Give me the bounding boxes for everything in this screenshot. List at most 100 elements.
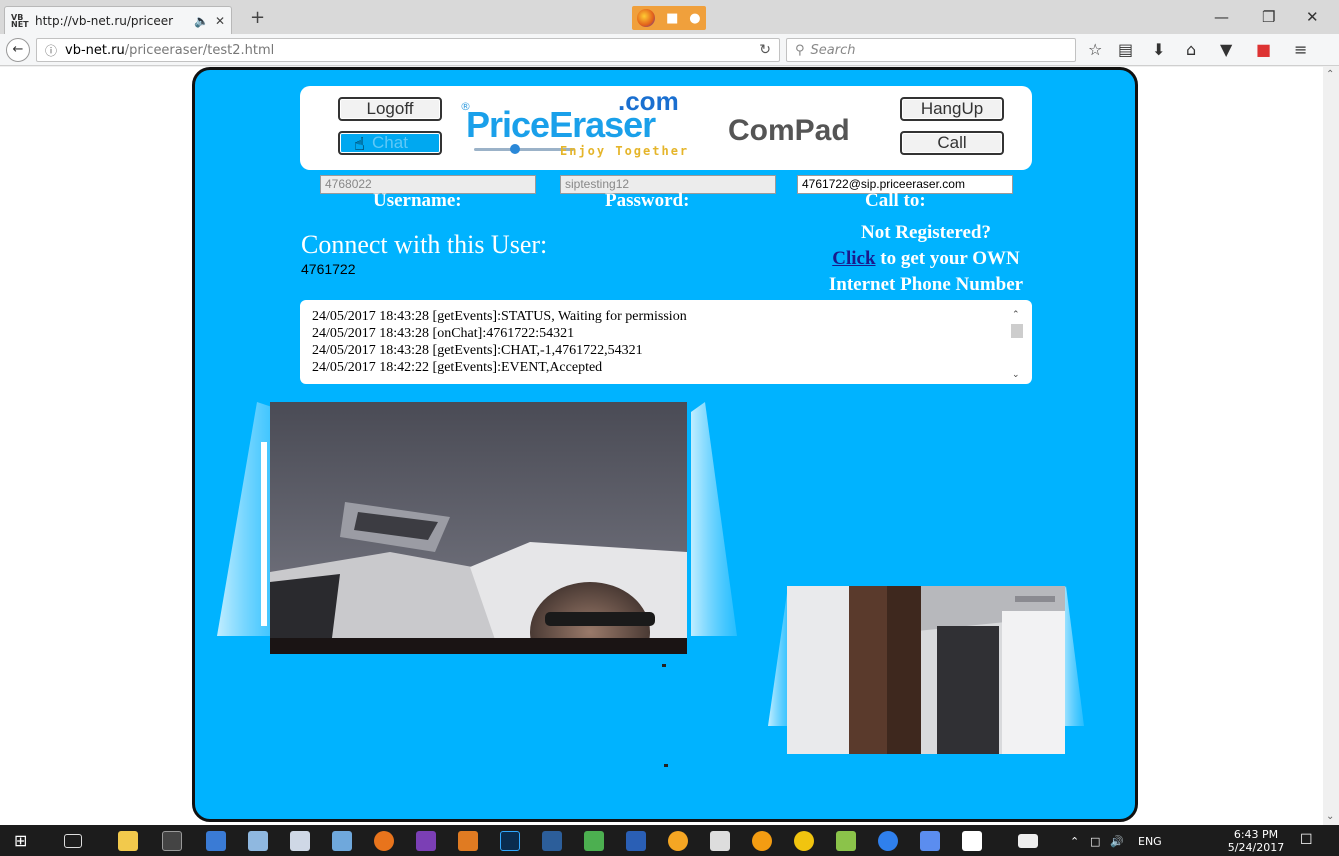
restore-icon[interactable]: ❐ [1262, 8, 1275, 26]
hand-cursor-icon: ☝ [354, 134, 365, 155]
reload-icon[interactable]: ↻ [759, 42, 771, 58]
browser-tab[interactable]: VB NET http://vb-net.ru/priceer 🔈 ✕ [4, 6, 232, 34]
firefox-taskbar-icon[interactable] [374, 831, 394, 851]
register-line3: Internet Phone Number [828, 274, 1024, 295]
log-scroll-thumb[interactable] [1011, 324, 1023, 338]
notifications-icon[interactable]: ☐ [1300, 832, 1313, 848]
visual-studio-icon[interactable] [416, 831, 436, 851]
app-icon[interactable] [332, 831, 352, 851]
register-line2: Click to get your OWN [791, 246, 1061, 272]
register-line2-text: to get your OWN [875, 248, 1020, 269]
logo-brand: PriceEraser [466, 104, 656, 145]
window-close-icon[interactable]: ✕ [1306, 8, 1319, 26]
compad-panel: Logoff Chat ☝ ® .com PriceEraser Enjoy T… [192, 67, 1138, 822]
app-icon[interactable] [794, 831, 814, 851]
tab-title: http://vb-net.ru/priceer [35, 13, 174, 28]
network-icon[interactable]: □ [1090, 835, 1100, 848]
page-scrollbar[interactable]: ⌃ ⌄ [1323, 67, 1339, 825]
extension-icon[interactable]: ■ [1256, 40, 1271, 59]
scroll-down-icon[interactable]: ⌄ [1012, 366, 1020, 383]
app-icon[interactable] [542, 831, 562, 851]
minimize-icon[interactable]: — [1214, 8, 1229, 26]
media-sharing-indicator[interactable]: ■ ● [632, 6, 706, 30]
blender-icon[interactable] [458, 831, 478, 851]
site-favicon-icon: VB NET [11, 12, 29, 29]
video-artifact [662, 664, 666, 667]
logo-tagline: Enjoy Together [560, 144, 690, 158]
register-click-link[interactable]: Click [832, 248, 875, 269]
register-promo: Not Registered? Click to get your OWN In… [791, 220, 1061, 298]
firefox-icon [637, 9, 656, 27]
pocket-icon[interactable]: ▼ [1220, 40, 1232, 59]
logo-swoosh [474, 148, 574, 151]
app-icon[interactable] [290, 831, 310, 851]
photoshop-icon[interactable] [500, 831, 520, 851]
tab-close-icon[interactable]: ✕ [215, 14, 225, 28]
connect-user-id: 4761722 [301, 261, 356, 277]
app-icon[interactable] [668, 831, 688, 851]
task-view-icon[interactable] [64, 834, 82, 848]
volume-icon[interactable]: 🔊 [1110, 835, 1124, 848]
logoff-button[interactable]: Logoff [338, 97, 442, 121]
bookmarks-list-icon[interactable]: ▤ [1118, 40, 1133, 59]
log-line: 24/05/2017 18:43:28 [onChat]:4761722:543… [312, 326, 575, 341]
connect-title: Connect with this User: [301, 230, 548, 259]
app-icon[interactable] [920, 831, 940, 851]
tray-chevron-icon[interactable]: ⌃ [1070, 835, 1079, 848]
download-icon[interactable]: ⬇ [1152, 40, 1165, 59]
search-placeholder: Search [810, 42, 856, 58]
event-log[interactable]: 24/05/2017 18:43:28 [getEvents]:STATUS, … [300, 300, 1032, 384]
home-icon[interactable]: ⌂ [1186, 40, 1196, 59]
page-viewport: Logoff Chat ☝ ® .com PriceEraser Enjoy T… [0, 67, 1323, 825]
back-button[interactable]: ← [6, 38, 30, 62]
new-tab-button[interactable]: + [250, 7, 265, 28]
microphone-icon: ● [689, 10, 701, 26]
log-line: 24/05/2017 18:43:28 [getEvents]:CHAT,-1,… [312, 343, 643, 358]
remote-video[interactable] [270, 402, 687, 654]
url-path: /priceeraser/test2.html [124, 42, 275, 58]
page-scroll-up-icon[interactable]: ⌃ [1326, 69, 1334, 80]
taskbar-clock[interactable]: 6:43 PM 5/24/2017 [1226, 828, 1286, 854]
priceeraser-logo: ® .com PriceEraser Enjoy Together [460, 86, 710, 166]
app-icon[interactable] [248, 831, 268, 851]
app-icon[interactable] [626, 831, 646, 851]
app-icon[interactable] [710, 831, 730, 851]
call-button[interactable]: Call [900, 131, 1004, 155]
log-line: 24/05/2017 18:43:28 [getEvents]:STATUS, … [312, 309, 687, 324]
app-icon[interactable] [878, 831, 898, 851]
language-indicator[interactable]: ENG [1138, 835, 1162, 848]
scroll-up-icon[interactable]: ⌃ [1012, 306, 1020, 323]
log-line: 24/05/2017 18:42:22 [getEvents]:EVENT,Ac… [312, 360, 603, 375]
bookmark-star-icon[interactable]: ☆ [1088, 40, 1102, 59]
file-explorer-icon[interactable] [118, 831, 138, 851]
app-icon[interactable] [752, 831, 772, 851]
page-scroll-down-icon[interactable]: ⌄ [1326, 811, 1334, 822]
address-bar[interactable]: ⓘ vb-net.ru /priceeraser/test2.html ↻ [36, 38, 780, 62]
app-icon[interactable] [206, 831, 226, 851]
logo-dot [510, 144, 520, 154]
notepad-icon[interactable] [962, 831, 982, 851]
callto-label: Call to: [865, 190, 926, 211]
local-video[interactable] [787, 586, 1065, 754]
menu-icon[interactable]: ≡ [1294, 40, 1307, 59]
search-input[interactable]: ⚲ Search [786, 38, 1076, 62]
hangup-button[interactable]: HangUp [900, 97, 1004, 121]
info-icon[interactable]: ⓘ [45, 42, 57, 59]
browser-tab-bar: VB NET http://vb-net.ru/priceer 🔈 ✕ + ■ … [0, 0, 1339, 34]
camera-icon: ■ [666, 10, 679, 26]
app-icon[interactable] [836, 831, 856, 851]
clock-date: 5/24/2017 [1227, 841, 1285, 854]
clock-time: 6:43 PM [1233, 828, 1279, 841]
windows-taskbar: ⊞ ⌃ □ 🔊 ENG 6:43 PM 5/24/2017 ☐ [0, 825, 1339, 856]
log-scrollbar[interactable]: ⌃ ⌄ [1010, 306, 1024, 379]
windows-start-icon[interactable]: ⊞ [14, 831, 34, 851]
username-label: Username: [373, 190, 462, 211]
compad-header: Logoff Chat ☝ ® .com PriceEraser Enjoy T… [300, 86, 1032, 170]
terminal-icon[interactable] [162, 831, 182, 851]
7zip-icon[interactable] [1018, 834, 1038, 848]
password-label: Password: [605, 190, 690, 211]
app-icon[interactable] [584, 831, 604, 851]
compad-title: ComPad [728, 114, 850, 147]
speaker-icon[interactable]: 🔈 [194, 14, 209, 28]
register-line1: Not Registered? [861, 222, 991, 243]
